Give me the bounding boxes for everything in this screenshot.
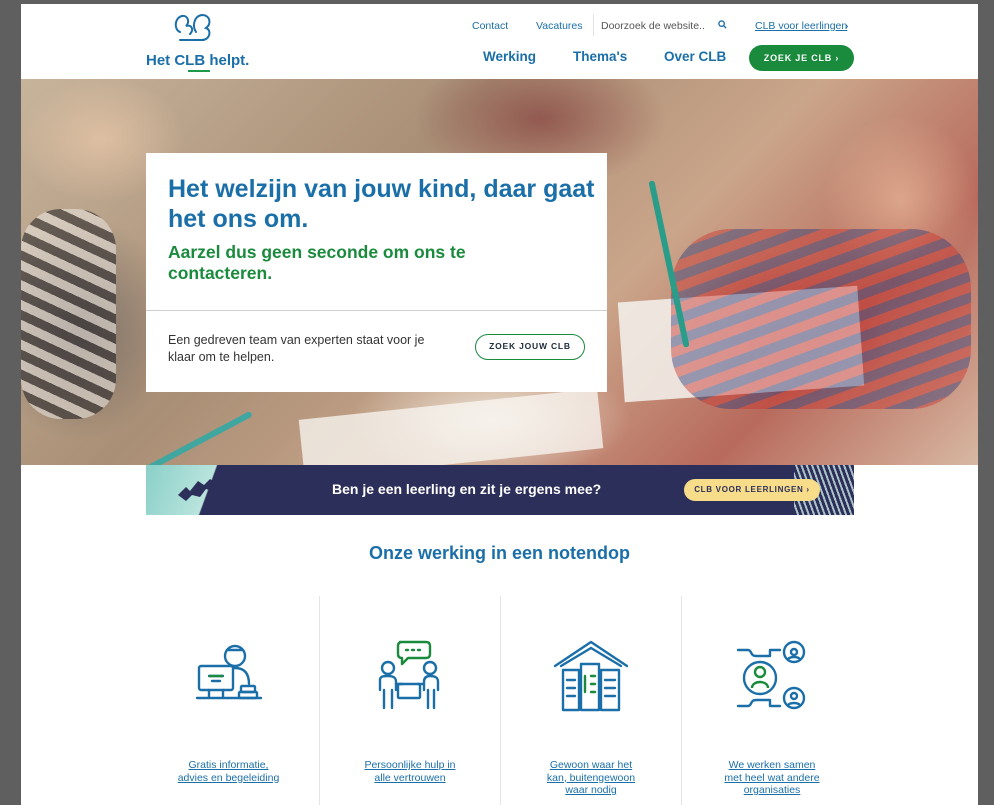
feature-card: Gratis informatie, advies en begeleiding (138, 596, 319, 805)
map-shape-icon (178, 479, 216, 501)
logo[interactable]: Het CLB helpt. (146, 10, 256, 72)
feature-card: Persoonlijke hulp in alle vertrouwen (319, 596, 500, 805)
feature-link[interactable]: Persoonlijke hulp in alle vertrouwen (320, 759, 500, 784)
hero-photo-detail (671, 229, 971, 409)
feature-card: Gewoon waar het kan, buitengewoon waar n… (500, 596, 681, 805)
section-title: Onze werking in een notendop (368, 543, 631, 563)
nav-werking[interactable]: Werking (483, 49, 536, 64)
feature-link[interactable]: Gewoon waar het kan, buitengewoon waar n… (501, 759, 681, 797)
nav-over-clb[interactable]: Over CLB (664, 49, 726, 64)
computer-person-icon (195, 644, 262, 700)
network-people-icon (736, 640, 806, 710)
conversation-icon (378, 640, 440, 710)
hero-photo-detail (298, 388, 604, 465)
hero-card: Het welzijn van jouw kind, daar gaat het… (146, 153, 607, 392)
divider (146, 310, 607, 311)
hero-image: Het welzijn van jouw kind, daar gaat het… (21, 79, 978, 465)
search-placeholder: Doorzoek de website.. (601, 20, 705, 32)
hero-photo-detail (21, 209, 116, 419)
search-input[interactable]: Doorzoek de website.. (593, 14, 733, 36)
logo-underline (188, 70, 210, 72)
vacatures-link[interactable]: Vacatures (536, 20, 583, 32)
logo-icon (174, 13, 211, 41)
hero-photo-detail (135, 410, 253, 465)
banner-text: Ben je een leerling en zit je ergens mee… (332, 481, 602, 497)
feature-link[interactable]: We werken samen met heel wat andere orga… (682, 759, 862, 797)
school-building-icon (553, 640, 629, 712)
clb-leerlingen-link[interactable]: CLB voor leerlingen (755, 20, 847, 32)
hero-title: Het welzijn van jouw kind, daar gaat het… (168, 175, 595, 233)
clb-voor-leerlingen-button[interactable]: CLB VOOR LEERLINGEN › (684, 479, 820, 501)
feature-card: We werken samen met heel wat andere orga… (681, 596, 862, 805)
page: Het CLB helpt. Contact Vacatures Doorzoe… (21, 4, 978, 805)
zoek-jouw-clb-button[interactable]: ZOEK JOUW CLB (475, 334, 585, 360)
feature-link[interactable]: Gratis informatie, advies en begeleiding (138, 759, 319, 784)
chevron-right-icon: › (845, 20, 849, 32)
nav-themas[interactable]: Thema's (573, 49, 627, 64)
banner-decoration (146, 465, 256, 515)
contact-link[interactable]: Contact (472, 20, 508, 32)
logo-text: Het CLB helpt. (146, 52, 250, 69)
hero-body-text: Een gedreven team van experten staat voo… (168, 333, 425, 364)
student-banner: Ben je een leerling en zit je ergens mee… (146, 465, 854, 515)
zoek-je-clb-button[interactable]: ZOEK JE CLB › (749, 45, 854, 71)
hero-subtitle: Aarzel dus geen seconde om ons te contac… (168, 242, 466, 283)
search-icon[interactable] (718, 20, 727, 29)
